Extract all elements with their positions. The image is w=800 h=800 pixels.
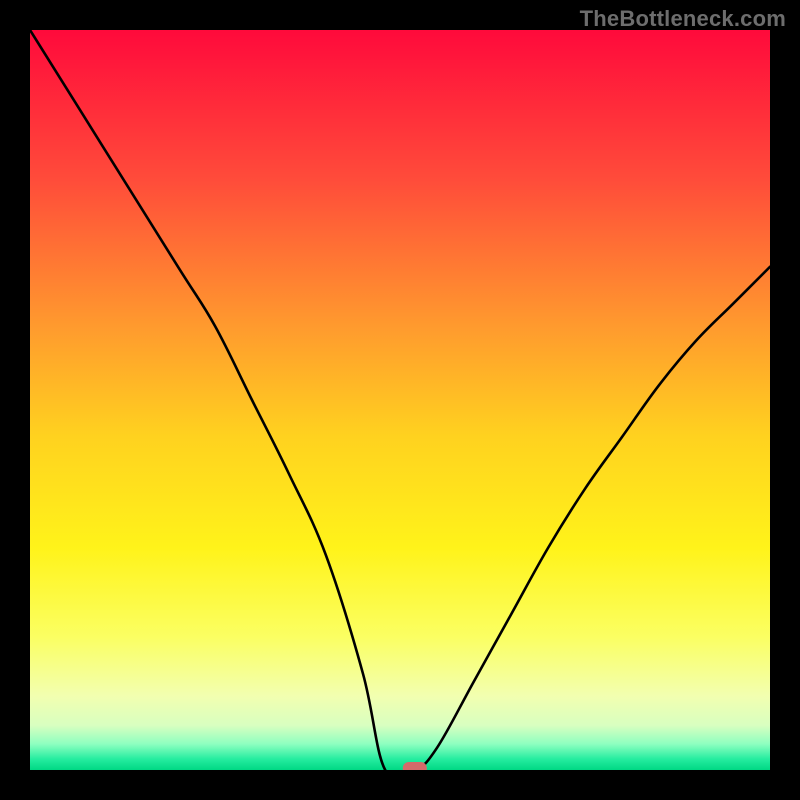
optimal-marker	[403, 762, 427, 770]
watermark-text: TheBottleneck.com	[580, 6, 786, 32]
gradient-background	[30, 30, 770, 770]
chart-frame: TheBottleneck.com	[0, 0, 800, 800]
plot-area	[30, 30, 770, 770]
chart-svg	[30, 30, 770, 770]
